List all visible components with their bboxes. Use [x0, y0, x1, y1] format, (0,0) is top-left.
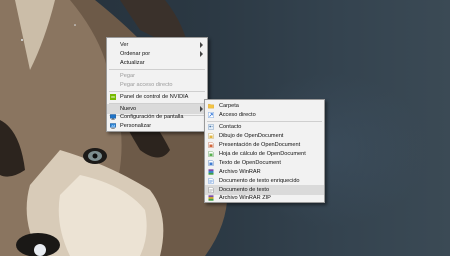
menu-item-label: Acceso directo — [219, 112, 256, 118]
odg-icon — [208, 133, 214, 139]
ods-icon — [208, 151, 214, 157]
menu-item-actualizar[interactable]: Actualizar — [107, 58, 207, 68]
submenu-arrow-icon — [200, 51, 203, 57]
personalize-icon — [110, 123, 116, 129]
menu-item-label: Archivo WinRAR ZIP — [219, 195, 271, 201]
menu-separator — [109, 69, 205, 70]
folder-icon — [208, 104, 214, 109]
winrar-icon — [208, 169, 214, 175]
txt-icon — [208, 187, 214, 193]
menu-item-nvidia-panel[interactable]: Panel de control de NVIDIA — [107, 92, 207, 102]
menu-item-pegar-acceso-directo[interactable]: Pegar acceso directo — [107, 80, 207, 90]
contact-icon — [208, 124, 214, 130]
menu-item-label: Pegar acceso directo — [120, 82, 173, 88]
rtf-icon — [208, 178, 214, 184]
odp-icon — [208, 142, 214, 148]
menu-item-label: Panel de control de NVIDIA — [120, 94, 189, 100]
desktop-context-menu: Ver Ordenar por Actualizar Pegar Pegar a… — [106, 37, 208, 132]
menu-item-label: Personalizar — [120, 123, 152, 129]
menu-item-personalizar[interactable]: Personalizar — [107, 121, 207, 131]
shortcut-icon — [208, 112, 214, 118]
winrar-zip-icon — [208, 195, 214, 201]
submenu-arrow-icon — [200, 42, 203, 48]
display-settings-icon — [110, 114, 116, 120]
menu-item-label: Actualizar — [120, 60, 145, 66]
new-item-archivo-winrar-zip[interactable]: Archivo WinRAR ZIP — [205, 194, 324, 202]
new-submenu: Carpeta Acceso directo Contacto Dibujo d… — [204, 99, 325, 203]
odt-icon — [208, 160, 214, 166]
nvidia-icon — [110, 94, 116, 100]
new-item-acceso-directo[interactable]: Acceso directo — [205, 110, 324, 120]
